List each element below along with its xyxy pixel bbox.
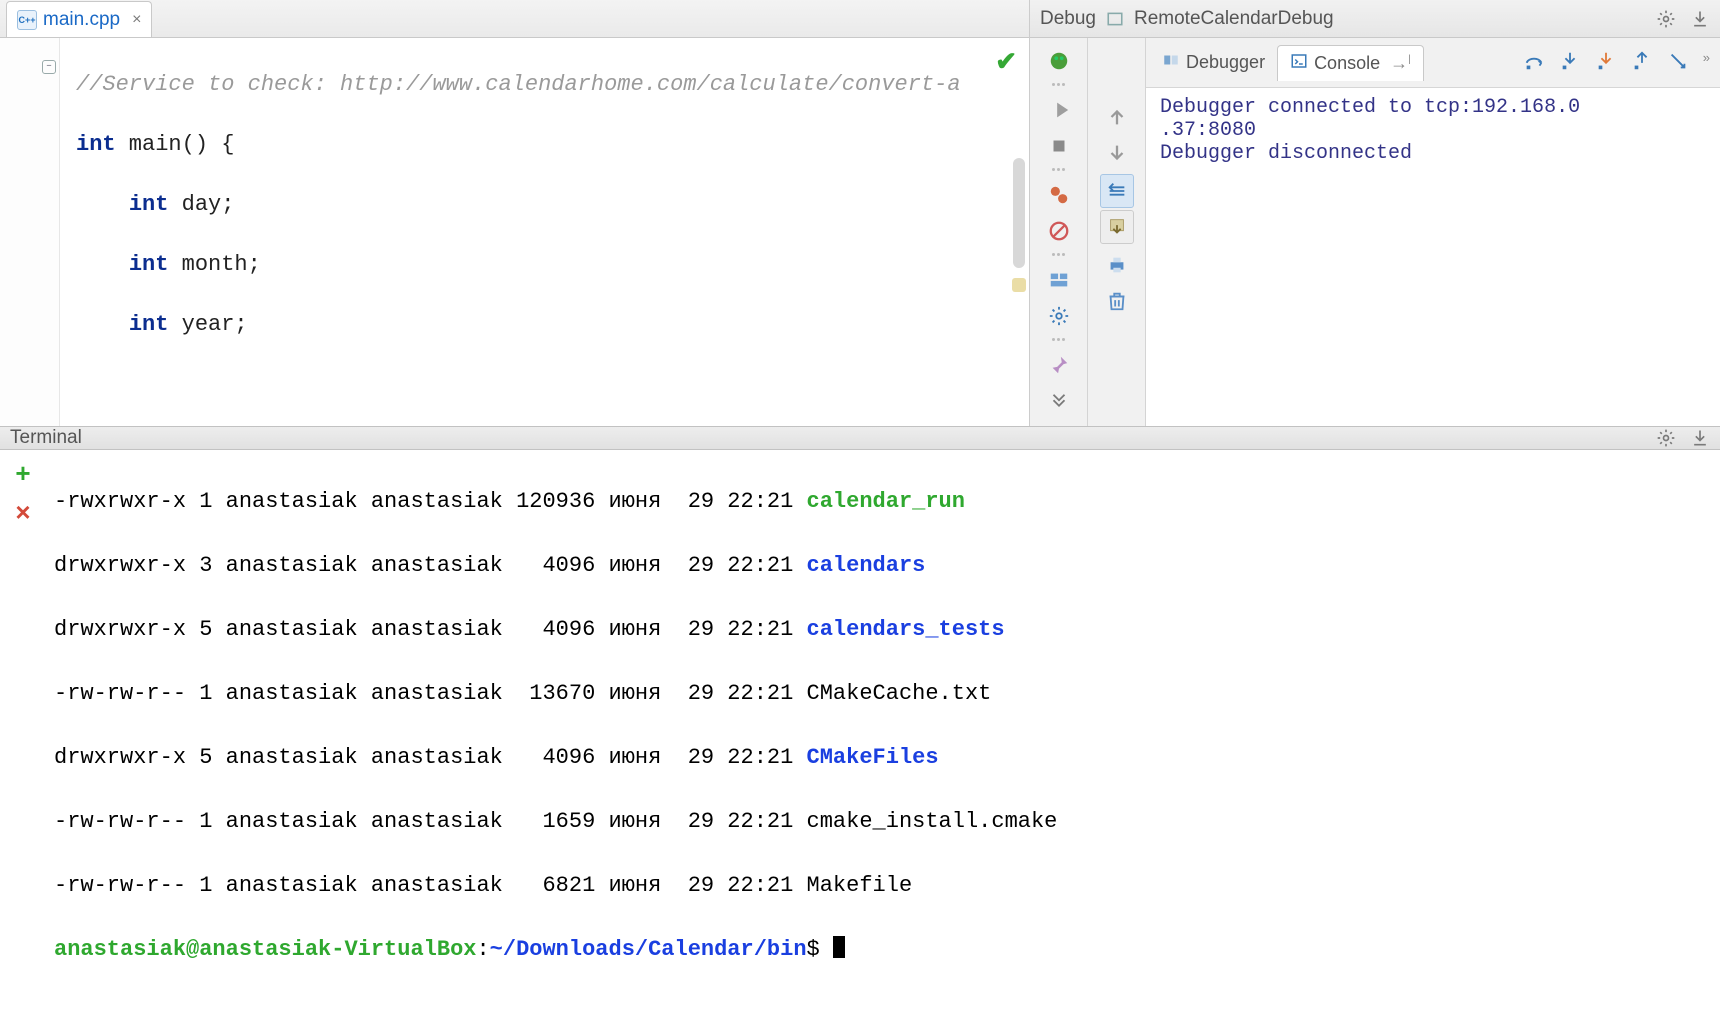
code-body: //Service to check: http://www.calendarh…: [60, 38, 1029, 426]
step-up-icon[interactable]: [1100, 100, 1134, 134]
tab-console[interactable]: Console →|: [1277, 45, 1424, 81]
terminal-output[interactable]: -rwxrwxr-x 1 anastasiak anastasiak 12093…: [46, 450, 1720, 1034]
close-icon[interactable]: ×: [132, 11, 141, 29]
config-name: RemoteCalendarDebug: [1134, 8, 1334, 30]
pin-icon[interactable]: [1042, 348, 1076, 382]
breakpoints-icon[interactable]: [1042, 178, 1076, 212]
gear-icon[interactable]: [1656, 428, 1676, 448]
run-config-icon: [1106, 10, 1124, 28]
download-icon[interactable]: [1690, 9, 1710, 29]
terminal-body: + × -rwxrwxr-x 1 anastasiak anastasiak 1…: [0, 450, 1720, 1034]
console-tab-icon: [1290, 52, 1308, 75]
debug-views-tabs: Debugger Console →| »: [1146, 38, 1720, 88]
terminal-title: Terminal: [10, 427, 82, 449]
cpp-file-icon: C++: [17, 10, 37, 30]
frames-icon[interactable]: [1100, 174, 1134, 208]
stop-icon[interactable]: [1042, 129, 1076, 163]
terminal-prompt: anastasiak@anastasiak-VirtualBox:~/Downl…: [54, 934, 1720, 966]
tab-label: main.cpp: [43, 9, 120, 31]
force-step-into-icon[interactable]: [1595, 50, 1617, 75]
new-session-icon[interactable]: +: [15, 458, 30, 489]
pin-right-icon[interactable]: →|: [1390, 53, 1411, 74]
debug-title: Debug: [1040, 8, 1096, 30]
step-out-icon[interactable]: [1631, 50, 1653, 75]
ls-row: -rw-rw-r-- 1 anastasiak anastasiak 1659 …: [54, 806, 1720, 838]
step-into-icon[interactable]: [1559, 50, 1581, 75]
dump-icon[interactable]: [1100, 210, 1134, 244]
resume-icon[interactable]: [1042, 93, 1076, 127]
fold-toggle-icon[interactable]: –: [42, 60, 56, 74]
debug-header: Debug RemoteCalendarDebug: [1030, 0, 1720, 38]
terminal-header: Terminal: [0, 426, 1720, 450]
ls-row: -rw-rw-r-- 1 anastasiak anastasiak 13670…: [54, 678, 1720, 710]
trash-icon[interactable]: [1100, 284, 1134, 318]
terminal-actions: + ×: [0, 450, 46, 1034]
run-to-cursor-icon[interactable]: [1667, 50, 1689, 75]
debug-action-toolbar: [1030, 38, 1088, 426]
editor-gutter[interactable]: –: [0, 38, 60, 426]
cursor-icon: [833, 936, 845, 958]
ls-row: -rwxrwxr-x 1 anastasiak anastasiak 12093…: [54, 486, 1720, 518]
gear-icon[interactable]: [1042, 299, 1076, 333]
gear-icon[interactable]: [1656, 9, 1676, 29]
debug-start-icon[interactable]: [1042, 44, 1076, 78]
console-output[interactable]: Debugger connected to tcp:192.168.0 .37:…: [1146, 88, 1720, 426]
ls-row: drwxrwxr-x 5 anastasiak anastasiak 4096 …: [54, 614, 1720, 646]
mute-breakpoints-icon[interactable]: [1042, 214, 1076, 248]
printer-icon[interactable]: [1100, 248, 1134, 282]
ls-row: drwxrwxr-x 5 anastasiak anastasiak 4096 …: [54, 742, 1720, 774]
debug-step-toolbar: [1088, 38, 1146, 426]
ls-row: -rw-rw-r-- 1 anastasiak anastasiak 6821 …: [54, 870, 1720, 902]
download-icon[interactable]: [1690, 428, 1710, 448]
debugger-tab-icon: [1162, 51, 1180, 74]
editor-tabs: C++ main.cpp ×: [0, 0, 1029, 38]
editor-tab-main[interactable]: C++ main.cpp ×: [6, 1, 152, 37]
more-icon[interactable]: »: [1703, 50, 1710, 75]
close-session-icon[interactable]: ×: [15, 497, 30, 528]
step-over-icon[interactable]: [1523, 50, 1545, 75]
debug-pane: Debug RemoteCalendarDebug: [1030, 0, 1720, 426]
ls-row: drwxrwxr-x 3 anastasiak anastasiak 4096 …: [54, 550, 1720, 582]
more-icon[interactable]: [1042, 386, 1076, 420]
layout-icon[interactable]: [1042, 263, 1076, 297]
step-down-icon[interactable]: [1100, 136, 1134, 170]
editor-pane: C++ main.cpp × – ✔ //Service to check: h…: [0, 0, 1030, 426]
code-editor[interactable]: – ✔ //Service to check: http://www.calen…: [0, 38, 1029, 426]
tab-debugger[interactable]: Debugger: [1150, 45, 1277, 80]
